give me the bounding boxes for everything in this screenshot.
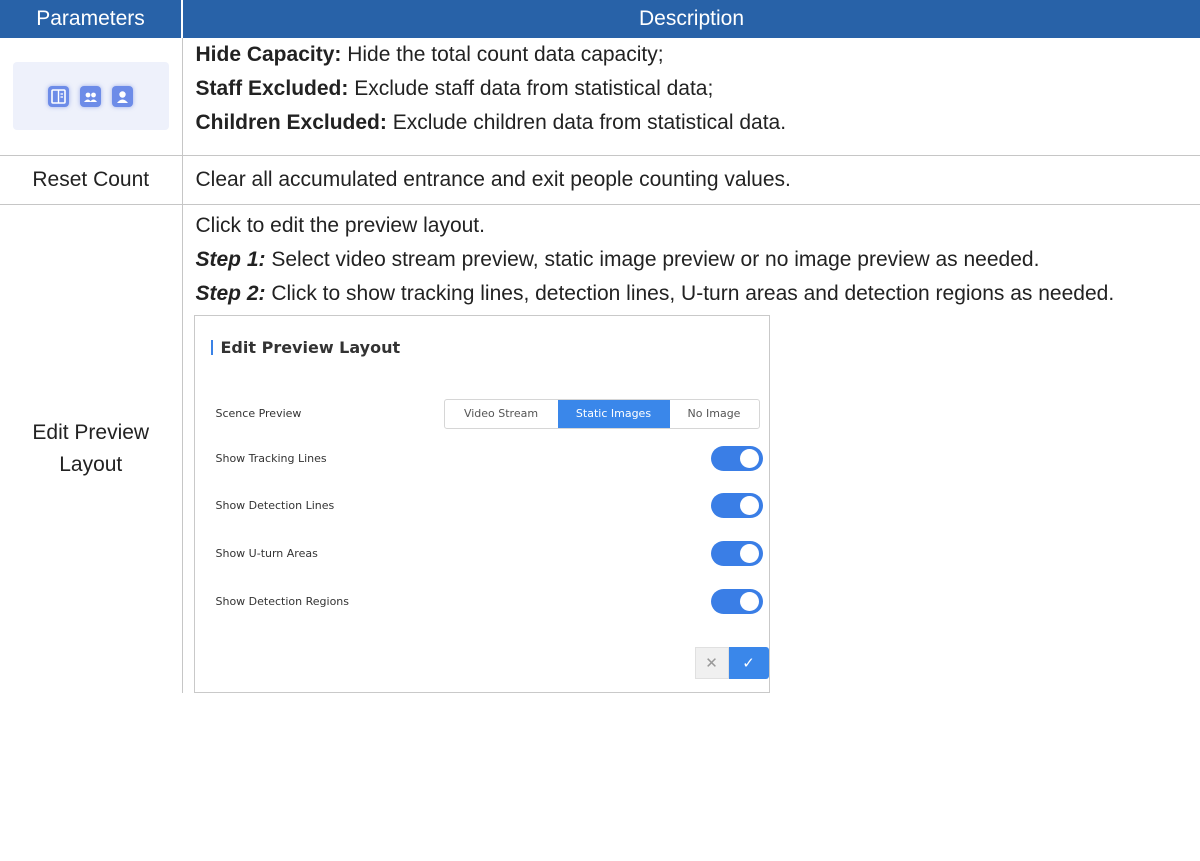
description-line: Children Excluded: Exclude children data… (196, 106, 1200, 140)
intro-line: Click to edit the preview layout. (195, 213, 485, 237)
description-header: Description (182, 0, 1200, 38)
step-1-label: Step 1: (195, 247, 266, 271)
reset-count-description: Clear all accumulated entrance and exit … (182, 155, 1200, 205)
toggle-row: Show Detection Regions (215, 587, 763, 617)
edit-preview-description: Click to edit the preview layout. Step 1… (182, 204, 1200, 693)
hide-capacity-icon (48, 85, 70, 107)
step-1-text: Select video stream preview, static imag… (265, 247, 1040, 271)
scene-preview-label: Scence Preview (215, 407, 302, 420)
table-row: Reset Count Clear all accumulated entran… (0, 155, 1200, 205)
toggle-label: Show Tracking Lines (215, 452, 327, 465)
step-2-label: Step 2: (195, 281, 266, 305)
panel-title: Edit Preview Layout (210, 339, 400, 355)
scene-preview-row: Scence Preview Video Stream Static Image… (215, 398, 760, 429)
scene-preview-segmented-control: Video Stream Static Images No Image (443, 398, 760, 429)
toggle-label: Show Detection Regions (215, 595, 350, 608)
description-line: Hide Capacity: Hide the total count data… (196, 38, 1200, 72)
icons-description-cell: Hide Capacity: Hide the total count data… (182, 38, 1200, 156)
toggle-row: Show Tracking Lines (215, 444, 763, 474)
param-edit-preview-layout: Edit Preview Layout (0, 204, 183, 693)
edit-preview-layout-label: Edit Preview Layout (32, 420, 150, 476)
show-u-turn-areas-toggle[interactable] (710, 541, 763, 566)
table-header-row: Parameters Description (0, 0, 1200, 38)
step-2-line: Step 2: Click to show tracking lines, de… (196, 277, 1200, 311)
toggle-row: Show U-turn Areas (215, 539, 763, 569)
description-line: Staff Excluded: Exclude staff data from … (196, 72, 1200, 106)
toggle-label: Show U-turn Areas (215, 547, 318, 560)
show-detection-lines-toggle[interactable] (710, 493, 763, 518)
term-hide-capacity: Hide Capacity: (195, 43, 342, 66)
video-stream-option[interactable]: Video Stream (445, 400, 558, 428)
show-detection-regions-toggle[interactable] (710, 589, 763, 614)
cancel-button[interactable]: ✕ (694, 646, 729, 679)
term-children-excluded: Children Excluded: (195, 111, 387, 134)
confirm-button[interactable]: ✓ (728, 646, 769, 679)
step-1-line: Step 1: Select video stream preview, sta… (196, 243, 1200, 277)
parameters-table: Parameters Description Hide Capacity: Hi… (0, 0, 1200, 693)
text-staff-excluded: Exclude staff data from statistical data… (348, 77, 714, 100)
table-row: Hide Capacity: Hide the total count data… (0, 38, 1200, 156)
text-hide-capacity: Hide the total count data capacity; (341, 43, 664, 66)
edit-preview-layout-panel: Edit Preview Layout Scence Preview Video… (193, 314, 770, 693)
term-staff-excluded: Staff Excluded: (195, 77, 349, 100)
icons-cell (0, 38, 183, 156)
static-images-option[interactable]: Static Images (557, 399, 670, 428)
toggle-row: Show Detection Lines (215, 491, 763, 521)
no-image-option[interactable]: No Image (670, 400, 759, 428)
show-tracking-lines-toggle[interactable] (710, 446, 763, 471)
step-2-text: Click to show tracking lines, detection … (265, 281, 1115, 305)
panel-actions: ✕ ✓ (694, 646, 769, 679)
param-reset-count: Reset Count (0, 155, 183, 205)
reset-count-text: Clear all accumulated entrance and exit … (195, 167, 791, 191)
children-excluded-icon (112, 85, 134, 107)
text-children-excluded: Exclude children data from statistical d… (386, 111, 787, 134)
parameters-header: Parameters (0, 0, 183, 38)
icon-group (12, 62, 169, 131)
table-row: Edit Preview Layout Click to edit the pr… (0, 204, 1200, 693)
staff-excluded-icon (80, 85, 102, 107)
toggle-label: Show Detection Lines (215, 499, 335, 512)
